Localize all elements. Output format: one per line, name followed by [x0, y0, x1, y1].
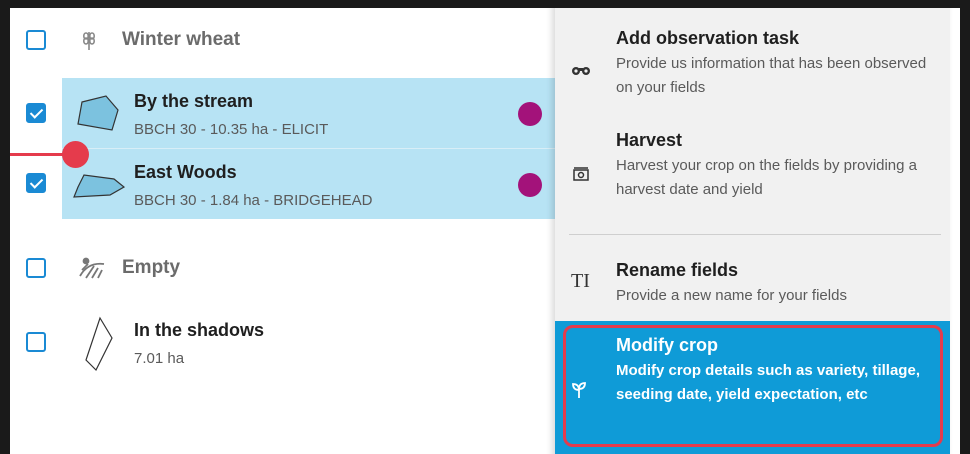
field-checkbox[interactable] [26, 173, 46, 193]
status-dot [518, 102, 542, 126]
field-checkbox[interactable] [26, 103, 46, 123]
app-frame: Winter wheat By the stream BBCH 30 - 10.… [0, 0, 970, 454]
menu-item-title: Rename fields [616, 260, 739, 280]
harvest-icon [573, 167, 589, 181]
menu-item-description: Provide a new name for your fields [616, 287, 847, 304]
group-winter-wheat[interactable]: Winter wheat [10, 12, 555, 68]
field-row-by-the-stream[interactable]: By the stream BBCH 30 - 10.35 ha - ELICI… [26, 78, 555, 148]
field-details: BBCH 30 - 1.84 ha - BRIDGEHEAD [134, 192, 373, 209]
menu-item-add-observation-task[interactable]: Add observation task Provide us informat… [555, 8, 950, 110]
menu-item-description: Harvest your crop on the fields by provi… [616, 157, 917, 198]
field-shape-icon [85, 316, 113, 372]
group-label: Winter wheat [122, 29, 241, 50]
field-name: By the stream [134, 91, 254, 111]
wheat-icon [83, 32, 96, 50]
group-checkbox[interactable] [26, 258, 46, 278]
annotation-pointer-dot [62, 141, 89, 168]
group-label: Empty [122, 257, 181, 278]
field-row-east-woods[interactable]: East Woods BBCH 30 - 1.84 ha - BRIDGEHEA… [26, 149, 555, 219]
annotation-highlight-outline [563, 325, 943, 447]
field-details: 7.01 ha [134, 350, 185, 367]
group-empty[interactable]: Empty [10, 240, 555, 296]
empty-field-icon [79, 257, 105, 279]
action-menu: Add observation task Provide us informat… [555, 8, 950, 454]
field-details: BBCH 30 - 10.35 ha - ELICIT [134, 121, 329, 138]
field-name: In the shadows [134, 320, 265, 340]
field-shape-icon [77, 95, 119, 131]
menu-item-title: Harvest [616, 130, 683, 150]
field-name: East Woods [134, 162, 237, 182]
binoculars-icon [572, 67, 590, 75]
menu-item-rename-fields[interactable]: Rename fields TI Provide a new name for … [555, 240, 950, 320]
text-cursor-icon: TI [571, 270, 590, 292]
field-list: Winter wheat By the stream BBCH 30 - 10.… [10, 8, 555, 454]
field-row-in-the-shadows[interactable]: In the shadows 7.01 ha [26, 308, 555, 378]
menu-divider [569, 234, 941, 235]
menu-item-harvest[interactable]: Harvest Harvest your crop on the fields … [555, 110, 950, 220]
field-shape-icon [73, 174, 126, 198]
menu-item-description: Provide us information that has been obs… [616, 55, 927, 96]
status-dot [518, 173, 542, 197]
menu-item-title: Add observation task [616, 28, 800, 48]
field-checkbox[interactable] [26, 332, 46, 352]
group-checkbox[interactable] [26, 30, 46, 50]
